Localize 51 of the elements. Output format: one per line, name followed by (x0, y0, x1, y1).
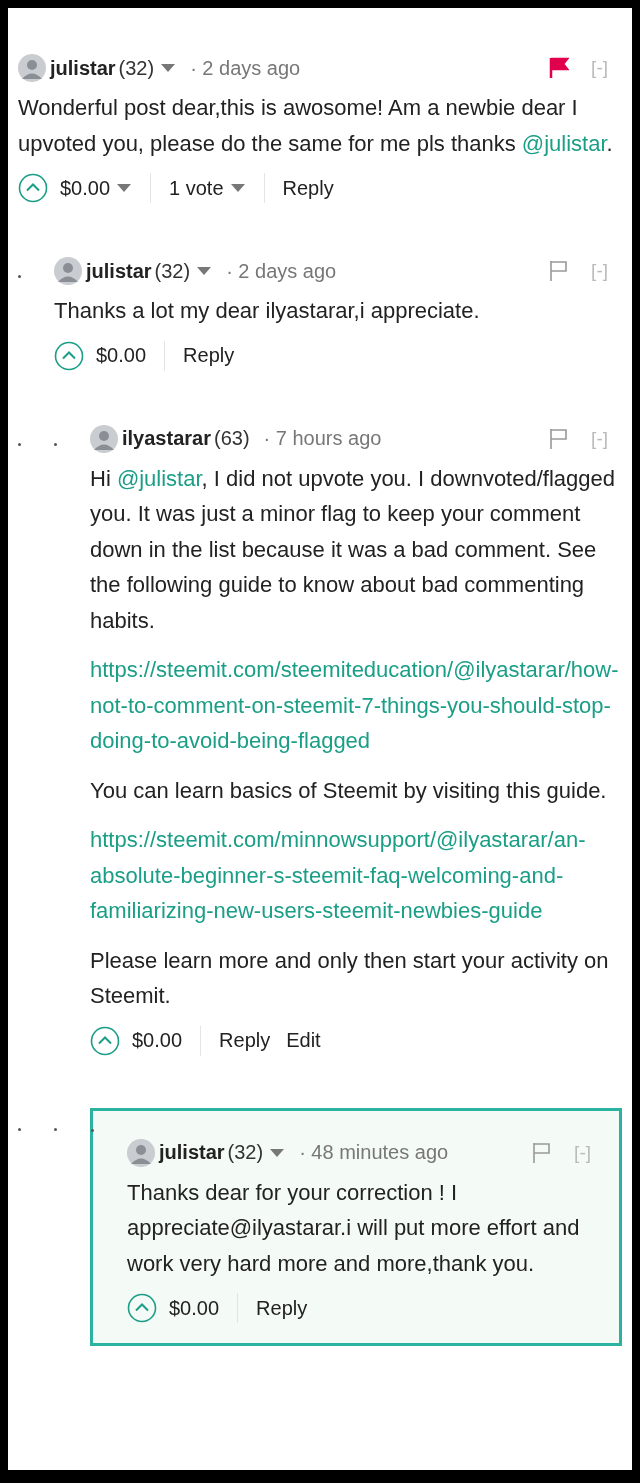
flag-icon[interactable] (549, 427, 570, 450)
avatar[interactable] (54, 257, 82, 285)
caret-icon[interactable] (229, 183, 246, 193)
caret-icon[interactable] (269, 1147, 286, 1158)
payout-amount[interactable]: $0.00 (96, 344, 147, 367)
timestamp[interactable]: · 2 days ago (190, 56, 301, 80)
payout-amount[interactable]: $0.00 (60, 176, 111, 200)
upvote-icon[interactable] (54, 340, 84, 371)
comment-text: Hi @julistar, I did not upvote you. I downvoted/flagged you. It was just a minor flag to keep your comment down in the list because it was a bad comment. See the following guide to know about bad commenting habits. (90, 464, 616, 635)
thread-dot (18, 1127, 21, 1131)
payout-amount[interactable]: $0.00 (132, 1029, 183, 1052)
action-link[interactable]: Edit (286, 1029, 321, 1052)
caret-icon[interactable] (116, 183, 133, 193)
timestamp[interactable]: · 7 hours ago (263, 427, 382, 450)
caret-icon[interactable] (196, 266, 213, 276)
author-name[interactable]: julistar (159, 1141, 225, 1164)
thread-dot (54, 1127, 57, 1131)
reputation: (32) (154, 259, 191, 283)
comment-text: Thanks a lot my dear ilyastarar,i appreciate. (54, 297, 481, 325)
upvote-icon[interactable] (90, 1025, 120, 1056)
action-link[interactable]: Reply (219, 1029, 271, 1052)
timestamp[interactable]: · 48 minutes ago (299, 1141, 449, 1164)
avatar[interactable] (90, 424, 118, 453)
thread-dot (91, 1128, 94, 1132)
reputation: (63) (213, 427, 250, 450)
avatar[interactable] (18, 54, 46, 82)
vote-count[interactable]: 1 vote (169, 176, 224, 200)
comment-text: Wonderful post dear,this is awosome! Am a newbie dear I upvoted you, please do the same for me pls thanks @julistar. (18, 94, 614, 158)
timestamp[interactable]: · 2 days ago (226, 259, 337, 283)
action-link[interactable]: Reply (183, 344, 235, 367)
upvote-icon[interactable] (127, 1293, 157, 1323)
flag-icon[interactable] (549, 57, 570, 79)
action-link[interactable]: Reply (282, 176, 334, 200)
comment-text: Please learn more and only then start your activity on Steemit. (90, 946, 610, 1010)
flag-icon[interactable] (549, 260, 570, 282)
reputation: (32) (227, 1141, 264, 1164)
thread-dot (18, 275, 21, 278)
flag-icon[interactable] (532, 1141, 553, 1164)
comment-text: You can learn basics of Steemit by visiting this guide. (90, 776, 608, 805)
comment-text: Thanks dear for your correction ! I appreciate@ilyastarar.i will put more effort and work very hard more and more,thank you. (127, 1178, 581, 1278)
payout-amount[interactable]: $0.00 (169, 1296, 220, 1320)
thread-dot (18, 442, 21, 446)
reputation: (32) (118, 56, 155, 80)
avatar[interactable] (127, 1138, 155, 1167)
thread-dot (54, 442, 57, 446)
author-name[interactable]: ilyastarar (122, 427, 211, 450)
upvote-icon[interactable] (18, 173, 48, 203)
action-link[interactable]: Reply (256, 1296, 308, 1320)
caret-icon[interactable] (160, 63, 177, 73)
author-name[interactable]: julistar (86, 259, 152, 283)
author-name[interactable]: julistar (50, 56, 116, 80)
